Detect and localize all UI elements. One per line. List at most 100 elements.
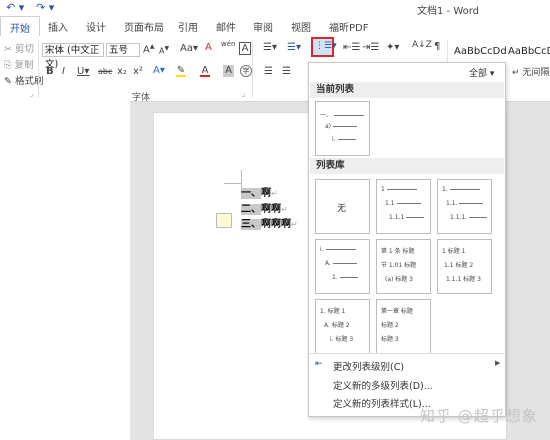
tile-line: 1. bbox=[332, 274, 366, 283]
change-list-level-menu-item[interactable]: 更改列表级别(C) bbox=[333, 359, 404, 373]
superscript-button[interactable]: x² bbox=[133, 66, 143, 77]
tab-foxit-pdf[interactable]: 福昕PDF bbox=[329, 19, 368, 34]
underline-button[interactable]: U▾ bbox=[77, 66, 89, 77]
undo-icon[interactable]: ↶ ▾ bbox=[6, 1, 24, 14]
change-list-level-icon: ⇤ bbox=[315, 359, 323, 369]
highlight-icon[interactable]: ✎ bbox=[176, 65, 186, 77]
redo-icon[interactable]: ↷ ▾ bbox=[36, 1, 54, 14]
watermark: 知乎 @超乎想象 bbox=[420, 407, 538, 425]
tile-line: 1.1. bbox=[446, 200, 488, 209]
list-style-decimal-nested[interactable]: 1 1.1 1.1.1 bbox=[376, 179, 431, 234]
shrink-font-icon[interactable]: A▼ bbox=[159, 45, 169, 56]
decrease-indent-icon[interactable]: ⇤☰ bbox=[343, 42, 360, 53]
tile-line: 第一章 标题 bbox=[381, 308, 413, 315]
tab-layout[interactable]: 页面布局 bbox=[124, 19, 164, 34]
current-list-tile[interactable]: 一、 a) i. bbox=[315, 101, 370, 156]
left-margin-area bbox=[0, 101, 130, 440]
tile-line: a) bbox=[325, 123, 366, 132]
tile-line: 1. bbox=[442, 186, 488, 195]
no-spacing-label: ↵ 无间隔 bbox=[512, 68, 550, 78]
list-style-decimal-dotted[interactable]: 1. 1.1. 1.1.1. bbox=[437, 179, 492, 234]
copy-icon: ⎘ bbox=[4, 60, 12, 71]
list-style-roman-alpha[interactable]: i. A. 1. bbox=[315, 239, 370, 294]
tab-insert[interactable]: 插入 bbox=[48, 19, 68, 34]
scissors-icon: ✂ bbox=[4, 44, 12, 55]
window-title: 文档1 - Word bbox=[417, 6, 480, 17]
tile-line: A. 标题 2 bbox=[324, 322, 350, 329]
tile-line: 1.1.1 bbox=[389, 214, 427, 223]
numbering-icon[interactable]: ☰▾ bbox=[287, 42, 301, 53]
align-center-icon[interactable]: ☰ bbox=[282, 66, 291, 77]
define-list-style-menu-item[interactable]: 定义新的列表样式(L)... bbox=[333, 396, 431, 410]
increase-indent-icon[interactable]: ⇥☰ bbox=[362, 42, 379, 53]
list-style-article-section[interactable]: 第 1 条 标题 节 1.01 标题 (a) 标题 3 bbox=[376, 239, 431, 294]
tile-line: i. 标题 3 bbox=[330, 336, 354, 343]
paste-options-icon[interactable] bbox=[216, 213, 232, 228]
tile-line: (a) 标题 3 bbox=[385, 276, 413, 283]
phonetic-guide-icon[interactable]: wén bbox=[221, 40, 235, 48]
list-item[interactable]: 三、啊啊啊↵ bbox=[241, 215, 298, 230]
title-bar: ↶ ▾ ↷ ▾ 文档1 - Word bbox=[0, 0, 550, 17]
gallery-filter-dropdown[interactable]: 全部 ▾ bbox=[469, 66, 494, 79]
clipboard-launcher-icon[interactable]: ⌟ bbox=[30, 90, 33, 98]
grow-font-icon[interactable]: A▲ bbox=[143, 43, 154, 55]
tab-view[interactable]: 视图 bbox=[291, 19, 311, 34]
tile-line: 1 bbox=[381, 186, 427, 195]
bullets-icon[interactable]: ☰▾ bbox=[263, 42, 277, 53]
tab-design[interactable]: 设计 bbox=[86, 19, 106, 34]
list-item[interactable]: 二、啊啊↵ bbox=[241, 200, 288, 215]
tile-line: 1.1.1. bbox=[450, 214, 488, 223]
tile-line: 标题 2 bbox=[381, 322, 399, 329]
list-item[interactable]: 一、啊↵ bbox=[241, 184, 278, 199]
align-left-icon[interactable]: ☰ bbox=[264, 66, 273, 77]
list-style-heading-mixed[interactable]: 1. 标题 1 A. 标题 2 i. 标题 3 bbox=[315, 299, 370, 354]
font-group-label: 字体 bbox=[132, 93, 151, 103]
brush-icon: ✎ bbox=[4, 76, 12, 87]
text-effects-icon[interactable]: A▾ bbox=[153, 65, 165, 76]
tile-line: 1.1.1 标题 3 bbox=[446, 276, 481, 283]
tab-references[interactable]: 引用 bbox=[178, 19, 198, 34]
tile-line: 标题 3 bbox=[381, 336, 399, 343]
current-list-header: 当前列表 bbox=[310, 82, 504, 98]
bold-button[interactable]: B bbox=[46, 66, 54, 77]
tile-line: 节 1.01 标题 bbox=[381, 262, 417, 269]
italic-button[interactable]: I bbox=[62, 66, 65, 77]
tile-line: 1.1 标题 2 bbox=[444, 262, 474, 269]
show-marks-icon[interactable]: ¶ bbox=[434, 41, 440, 52]
gallery-divider bbox=[310, 353, 504, 354]
enclose-characters-icon[interactable]: 字 bbox=[240, 65, 252, 77]
group-divider bbox=[38, 40, 39, 98]
character-border-icon[interactable]: A bbox=[239, 42, 251, 55]
font-color-icon[interactable]: A bbox=[200, 65, 210, 77]
tab-review[interactable]: 审阅 bbox=[253, 19, 273, 34]
chinese-layout-icon[interactable]: ✦▾ bbox=[386, 42, 399, 53]
tile-line: A. bbox=[325, 260, 366, 269]
cut-button[interactable]: ✂ 剪切 bbox=[4, 41, 34, 55]
strikethrough-button[interactable]: abc bbox=[98, 67, 112, 76]
clear-format-icon[interactable]: A bbox=[205, 42, 212, 53]
tile-line: 1 标题 1 bbox=[442, 248, 466, 255]
font-name-combo[interactable]: 宋体 (中文正文) bbox=[42, 43, 104, 70]
define-multilevel-list-menu-item[interactable]: 定义新的多级列表(D)... bbox=[333, 378, 433, 392]
list-style-heading-decimal[interactable]: 1 标题 1 1.1 标题 2 1.1.1 标题 3 bbox=[437, 239, 492, 294]
ribbon-tabs: 开始 插入 设计 页面布局 引用 邮件 审阅 视图 福昕PDF bbox=[0, 16, 550, 36]
tile-line: 第 1 条 标题 bbox=[381, 248, 415, 255]
character-shading-icon[interactable]: A bbox=[223, 65, 234, 77]
list-library-header: 列表库 bbox=[310, 158, 504, 174]
multilevel-list-button[interactable]: ⋮☰▾ bbox=[311, 37, 337, 57]
tile-line: i. bbox=[332, 136, 366, 145]
multilevel-list-gallery: 全部 ▾ 当前列表 一、 a) i. 列表库 无 1 1.1 1.1.1 1. … bbox=[308, 62, 506, 417]
tab-mailings[interactable]: 邮件 bbox=[216, 19, 236, 34]
font-size-combo[interactable]: 五号 bbox=[106, 43, 140, 57]
change-case-icon[interactable]: Aa▾ bbox=[180, 43, 198, 54]
multilevel-list-icon: ⋮☰▾ bbox=[315, 41, 337, 51]
list-style-chapter[interactable]: 第一章 标题 标题 2 标题 3 bbox=[376, 299, 431, 354]
copy-button[interactable]: ⎘ 复制 bbox=[4, 57, 34, 71]
font-launcher-icon[interactable]: ⌟ bbox=[242, 90, 245, 98]
subscript-button[interactable]: x₂ bbox=[117, 66, 127, 77]
tab-home[interactable]: 开始 bbox=[0, 16, 40, 36]
sort-icon[interactable]: A↓Z bbox=[412, 40, 432, 50]
submenu-arrow-icon: ▶ bbox=[495, 359, 501, 367]
list-style-none[interactable]: 无 bbox=[315, 179, 370, 234]
crop-mark bbox=[224, 183, 242, 184]
